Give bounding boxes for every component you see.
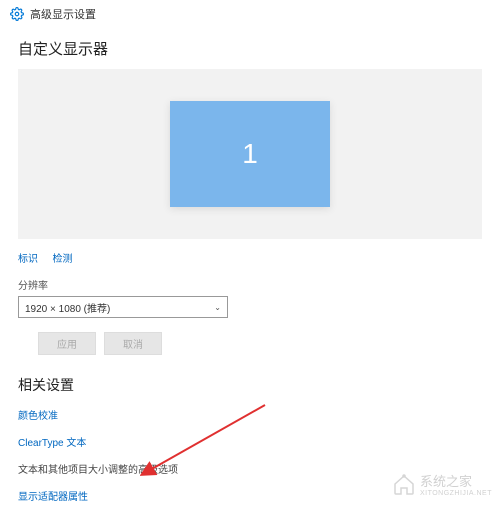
- custom-display-heading: 自定义显示器: [18, 38, 482, 59]
- apply-button: 应用: [38, 332, 96, 355]
- color-calibration-link[interactable]: 颜色校准: [18, 407, 482, 422]
- related-settings-heading: 相关设置: [18, 375, 482, 395]
- window-title: 高级显示设置: [30, 6, 96, 22]
- resolution-dropdown[interactable]: 1920 × 1080 (推荐) ⌄: [18, 296, 228, 318]
- detect-link[interactable]: 检测: [52, 254, 72, 265]
- chevron-down-icon: ⌄: [214, 303, 221, 312]
- gear-icon: [10, 7, 24, 21]
- adapter-properties-link[interactable]: 显示适配器属性: [18, 488, 482, 503]
- monitor-1[interactable]: 1: [170, 101, 330, 207]
- resolution-value: 1920 × 1080 (推荐): [25, 300, 110, 315]
- cancel-button: 取消: [104, 332, 162, 355]
- monitor-number: 1: [242, 138, 258, 170]
- identify-link[interactable]: 标识: [18, 254, 38, 265]
- monitor-preview-area[interactable]: 1: [18, 69, 482, 239]
- window-header: 高级显示设置: [0, 0, 500, 28]
- cleartype-link[interactable]: ClearType 文本: [18, 434, 482, 449]
- text-sizing-link[interactable]: 文本和其他项目大小调整的高级选项: [18, 461, 482, 476]
- resolution-label: 分辨率: [18, 277, 482, 292]
